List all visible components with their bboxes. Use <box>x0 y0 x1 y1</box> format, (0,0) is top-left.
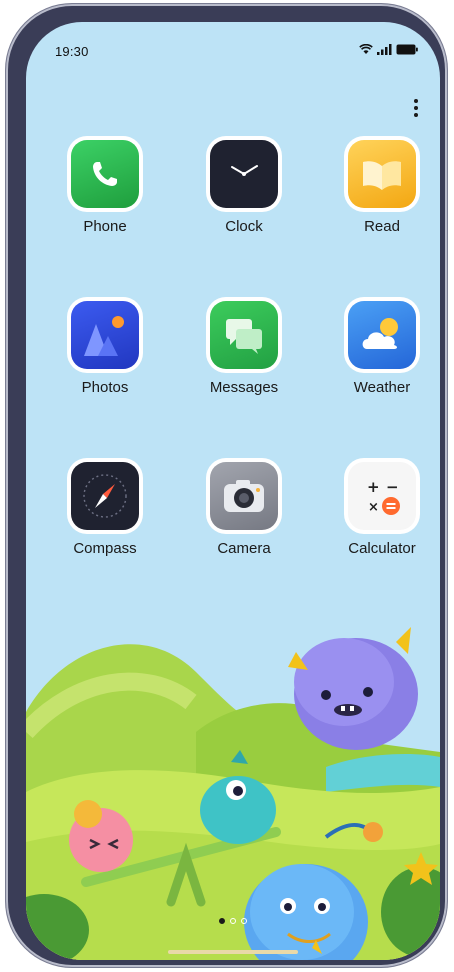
page-dot-active <box>219 918 225 924</box>
clock-icon <box>210 140 278 208</box>
app-photos[interactable]: Photos <box>57 297 153 396</box>
battery-icon <box>396 44 418 55</box>
phone-frame: 19:30 Phone Clock Read Photos Messages W… <box>6 4 447 967</box>
app-compass[interactable]: Compass <box>57 458 153 557</box>
app-phone[interactable]: Phone <box>57 136 153 235</box>
app-read[interactable]: Read <box>334 136 430 235</box>
page-dot <box>230 918 236 924</box>
wallpaper-landscape <box>26 627 440 960</box>
svg-text:−: − <box>386 478 399 496</box>
status-icons <box>359 44 418 55</box>
app-label: Phone <box>83 218 127 235</box>
more-dot <box>414 113 418 117</box>
photos-icon <box>71 301 139 369</box>
book-icon <box>348 140 416 208</box>
app-icon-frame <box>206 297 282 373</box>
messages-icon <box>210 301 278 369</box>
wifi-icon <box>359 44 373 55</box>
svg-text:×: × <box>368 500 379 515</box>
page-indicator[interactable] <box>26 918 440 924</box>
svg-text:+: + <box>367 478 380 496</box>
app-label: Photos <box>81 379 129 396</box>
app-weather[interactable]: Weather <box>334 297 430 396</box>
page-dot <box>241 918 247 924</box>
app-icon-frame <box>67 136 143 212</box>
app-icon-frame <box>344 136 420 212</box>
app-label: Camera <box>217 540 271 557</box>
app-label: Messages <box>209 379 279 396</box>
app-label: Clock <box>225 218 263 235</box>
app-icon-frame <box>344 297 420 373</box>
app-camera[interactable]: Camera <box>196 458 292 557</box>
weather-icon <box>348 301 416 369</box>
phone-icon <box>71 140 139 208</box>
app-icon-frame: + − × <box>344 458 420 534</box>
app-label: Compass <box>73 540 137 557</box>
app-clock[interactable]: Clock <box>196 136 292 235</box>
more-options-button[interactable] <box>404 94 428 122</box>
app-messages[interactable]: Messages <box>196 297 292 396</box>
app-label: Weather <box>353 379 411 396</box>
home-screen: 19:30 Phone Clock Read Photos Messages W… <box>26 22 440 960</box>
app-icon-frame <box>206 458 282 534</box>
app-calculator[interactable]: + − × Calculator <box>334 458 430 557</box>
app-icon-frame <box>67 458 143 534</box>
more-dot <box>414 99 418 103</box>
signal-icon <box>377 44 392 55</box>
camera-icon <box>210 462 278 530</box>
more-dot <box>414 106 418 110</box>
app-icon-frame <box>67 297 143 373</box>
app-label: Calculator <box>348 540 416 557</box>
compass-icon <box>71 462 139 530</box>
app-icon-frame <box>206 136 282 212</box>
home-indicator[interactable] <box>168 950 298 954</box>
status-bar: 19:30 <box>26 22 440 62</box>
calculator-icon: + − × <box>348 462 416 530</box>
status-time: 19:30 <box>55 44 89 59</box>
app-label: Read <box>364 218 400 235</box>
